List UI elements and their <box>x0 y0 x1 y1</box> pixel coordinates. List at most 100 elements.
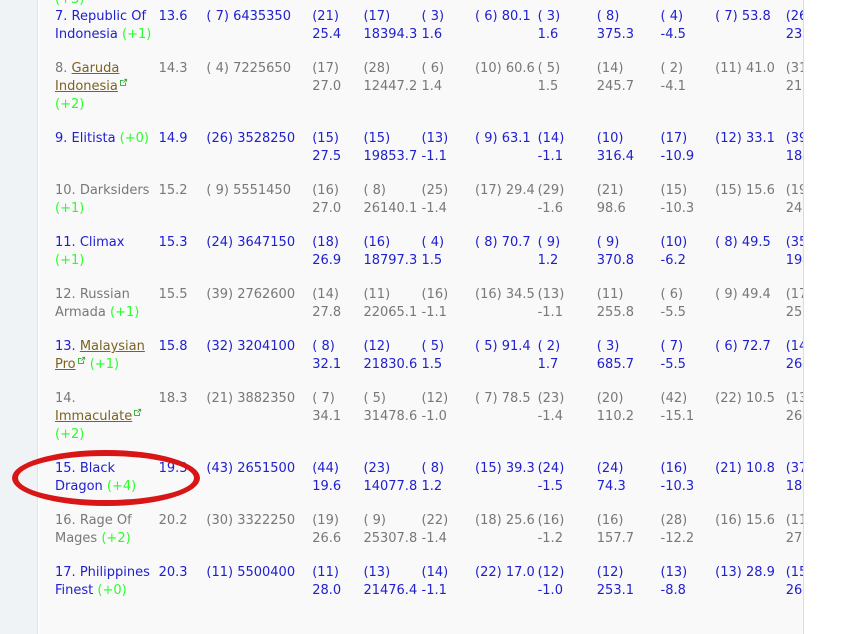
team-name-cell[interactable]: 12. Russian Armada (+1) <box>55 278 159 330</box>
stat-cell: (14) 264 <box>785 330 803 382</box>
team-rank-number: 8. <box>55 61 68 76</box>
stat-rank: (14) <box>596 61 624 76</box>
team-name-cell[interactable]: 13. Malaysian Pro (+1) <box>55 330 159 382</box>
stat-cell-inline: (30) 3322250 <box>206 504 312 556</box>
external-link-icon[interactable] <box>77 356 86 365</box>
stat-value: 1.2 <box>537 253 559 268</box>
stat-cell: ( 2) 1.7 <box>538 330 597 382</box>
stat-rank: (26) <box>206 131 234 146</box>
team-name-cell[interactable]: 9. Elitista (+0) <box>55 122 159 174</box>
stat-cell-inline: (12) 33.1 <box>715 122 786 174</box>
stat-cell: (15) 27.5 <box>312 122 363 174</box>
stat-cell: (12) 253.1 <box>597 556 661 608</box>
table-row[interactable]: 10. Darksiders (+1) 15.2( 9) 5551450 (16) 2… <box>55 174 803 226</box>
external-link-icon[interactable] <box>119 78 128 87</box>
team-rank-number: 15. <box>55 461 76 476</box>
stat-rank: (14) <box>312 287 339 302</box>
stat-value: 28.9 <box>745 565 775 580</box>
stat-rank: (15) <box>312 131 339 146</box>
stat-value: -5.5 <box>660 305 686 320</box>
stat-value: 29.4 <box>505 183 535 198</box>
stat-cell: (17) 251 <box>786 278 803 330</box>
stat-cell: (44) 19.6 <box>312 452 363 504</box>
team-name-cell[interactable]: 10. Darksiders (+1) <box>55 174 159 226</box>
stat-cell-inline: ( 9) 63.1 <box>475 122 538 174</box>
table-row[interactable]: 12. Russian Armada (+1) 15.5 (39) 2762600(… <box>55 278 803 330</box>
stat-value: 21830.6 <box>363 357 418 372</box>
stat-rank: ( 5) <box>363 391 386 406</box>
stat-cell-inline: (11) 41.0 <box>715 52 786 122</box>
stat-rank: ( 5) <box>421 339 445 354</box>
stat-rank: (25) <box>421 183 449 198</box>
stat-value: 370.8 <box>596 253 634 268</box>
stat-cell-inline: ( 8) 70.7 <box>475 226 538 278</box>
stat-cell: (17) 27.0 <box>312 52 363 122</box>
team-name[interactable]: Immaculate <box>55 409 132 424</box>
stat-value: -10.9 <box>660 149 695 164</box>
stat-cell: (14) 27.8 <box>312 278 363 330</box>
team-name-cell[interactable]: 15. Black Dragon (+4) <box>55 452 159 504</box>
stat-cell-inline: ( 6) 72.7 <box>715 330 786 382</box>
table-row[interactable]: 16. Rage Of Mages (+2) 20.2 (30) 3322250 (1… <box>55 504 803 556</box>
stat-cell: ( 4) 1.5 <box>422 226 476 278</box>
stat-rank: (44) <box>312 461 339 476</box>
table-row[interactable]: 15. Black Dragon (+4) 19.3 (43) 2651500 (44… <box>55 452 803 504</box>
stat-rank: (13) <box>421 131 449 146</box>
stat-value: 63.1 <box>501 131 531 146</box>
stat-value: 3528250 <box>237 131 296 146</box>
stat-rank: (17) <box>475 183 502 198</box>
stat-rank: ( 8) <box>312 339 335 354</box>
stat-value: 21476.4 <box>363 583 418 598</box>
team-rank-number: 16. <box>55 513 76 528</box>
stat-value: 3882350 <box>237 391 296 406</box>
stat-cell: (20) 110.2 <box>597 382 661 452</box>
stat-rank: (31) <box>785 61 803 76</box>
stat-rank: (43) <box>206 461 234 476</box>
stat-cell: (16) 18797.3 <box>363 226 421 278</box>
stat-rank: (42) <box>660 391 688 406</box>
stat-value: 39.3 <box>505 461 535 476</box>
stat-value: -1.4 <box>421 201 447 216</box>
stat-cell: (16) 157.7 <box>597 504 661 556</box>
stat-value: 12447.2 <box>363 79 418 94</box>
stat-value: 18394.3 <box>363 27 418 42</box>
stat-value: 78.5 <box>501 391 531 406</box>
stat-value: 17.0 <box>505 565 535 580</box>
stat-value: 49.4 <box>741 287 771 302</box>
team-name-cell[interactable]: 8. Garuda Indonesia (+2) <box>55 52 159 122</box>
stat-cell: (16) -10.3 <box>661 452 716 504</box>
stat-cell: ( 9) 370.8 <box>597 226 661 278</box>
team-name-cell[interactable]: 17. Philippines Finest (+0) <box>55 556 159 608</box>
stat-value: 19.6 <box>312 479 342 494</box>
external-link-icon[interactable] <box>133 408 142 417</box>
team-name[interactable]: Climax <box>80 235 125 250</box>
stat-value: 53.8 <box>741 9 771 24</box>
stat-value: 264 <box>785 357 803 372</box>
stat-value: 98.6 <box>596 201 626 216</box>
table-row[interactable]: 11. Climax (+1) 15.3 (24) 3647150 (18) 26.9(… <box>55 226 803 278</box>
rank-change-badge: (+2) <box>55 427 85 442</box>
team-name-cell[interactable]: 11. Climax (+1) <box>55 226 159 278</box>
stat-rank: ( 9) <box>206 183 229 198</box>
stat-rank: (15) <box>715 183 742 198</box>
stat-cell: ( 5) 1.5 <box>538 52 597 122</box>
table-row[interactable]: 8. Garuda Indonesia (+2) 14.3 ( 4) 7225650… <box>55 52 803 122</box>
table-row[interactable]: 17. Philippines Finest (+0) 20.3 (11) 5500… <box>55 556 803 608</box>
team-name[interactable]: Darksiders <box>80 183 150 198</box>
stat-value: 249 <box>785 201 803 216</box>
table-row[interactable]: 9. Elitista (+0) 14.9 (26) 3528250 (15) 27.5… <box>55 122 803 174</box>
table-row[interactable]: 13. Malaysian Pro (+1) 15.8 (32) 3204100( … <box>55 330 803 382</box>
stat-value: 74.3 <box>596 479 626 494</box>
team-name-cell[interactable]: 14. Immaculate (+2) <box>55 382 159 452</box>
stat-value: 2651500 <box>237 461 296 476</box>
stat-rank: (17) <box>660 131 688 146</box>
overall-score: 18.3 <box>158 391 188 406</box>
stat-value: 1.6 <box>421 27 443 42</box>
team-name-cell[interactable]: 16. Rage Of Mages (+2) <box>55 504 159 556</box>
stat-value: 34.5 <box>505 287 535 302</box>
stat-cell: (15) 19853.7 <box>363 122 421 174</box>
table-row[interactable]: 14. Immaculate (+2) 18.3 (21) 3882350( 7) 3… <box>55 382 803 452</box>
stat-rank: (17) <box>312 61 339 76</box>
team-name[interactable]: Elitista <box>72 131 116 146</box>
stat-cell: (12) -1.0 <box>538 556 597 608</box>
